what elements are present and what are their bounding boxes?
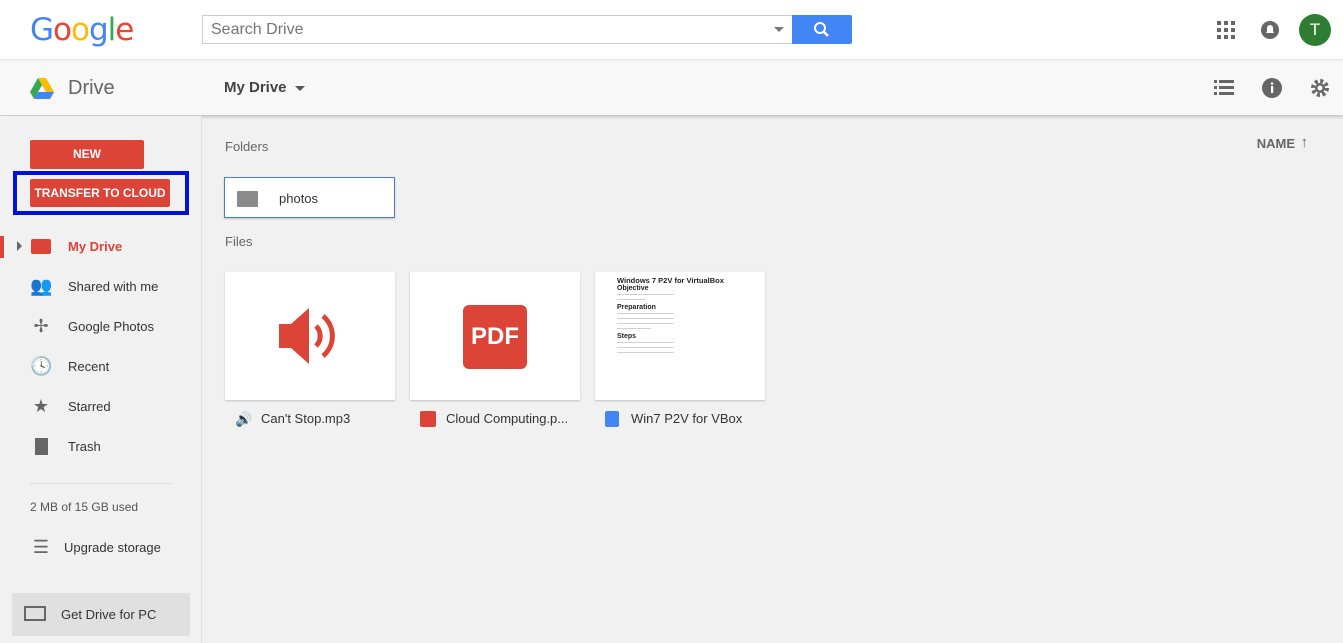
location-label: My Drive xyxy=(224,79,287,96)
sidebar-item-starred[interactable]: ★ Starred xyxy=(0,388,200,424)
caret-down-icon xyxy=(294,85,305,91)
sort-ascending-arrow-icon[interactable]: ↑ xyxy=(1301,134,1309,151)
apps-grid-icon[interactable] xyxy=(1216,20,1236,40)
file-card[interactable]: 🔊 Can't Stop.mp3 xyxy=(225,272,395,438)
top-bar: Google T xyxy=(0,0,1343,60)
storage-usage: 2 MB of 15 GB used xyxy=(30,500,139,514)
get-drive-for-pc-button[interactable]: Get Drive for PC xyxy=(12,593,190,636)
file-thumbnail: PDF xyxy=(410,272,580,400)
sort-by-name[interactable]: NAME xyxy=(1257,136,1295,151)
clock-icon: 🕓 xyxy=(30,356,53,376)
sidebar-item-label: Recent xyxy=(68,359,110,374)
sidebar-item-label: Starred xyxy=(68,399,111,414)
google-doc-icon xyxy=(605,411,619,427)
info-icon[interactable] xyxy=(1262,78,1282,98)
star-icon: ★ xyxy=(32,396,50,416)
pdf-file-icon xyxy=(420,411,436,427)
drive-toolbar: Drive My Drive xyxy=(0,61,1343,115)
sidebar-item-shared-with-me[interactable]: 👥 Shared with me xyxy=(0,268,200,304)
search-input[interactable] xyxy=(203,16,763,43)
sidebar-item-label: Shared with me xyxy=(68,279,159,294)
settings-gear-icon[interactable] xyxy=(1310,78,1330,98)
search-box xyxy=(202,15,792,44)
sidebar-item-my-drive[interactable]: My Drive xyxy=(0,228,200,264)
folders-heading: Folders xyxy=(225,139,269,154)
upgrade-storage-label: Upgrade storage xyxy=(64,540,161,555)
search-options-dropdown-icon[interactable] xyxy=(774,27,784,32)
upgrade-storage-link[interactable]: ☰ Upgrade storage xyxy=(0,529,200,565)
trash-icon xyxy=(30,436,52,456)
app-name: Drive xyxy=(68,77,115,99)
my-drive-icon xyxy=(30,236,52,256)
expand-arrow-icon[interactable] xyxy=(17,241,22,251)
location-dropdown[interactable]: My Drive xyxy=(224,79,305,96)
people-icon: 👥 xyxy=(30,276,53,296)
sidebar-item-label: My Drive xyxy=(68,239,123,254)
storage-icon: ☰ xyxy=(32,537,50,557)
notifications-bell-icon[interactable] xyxy=(1260,20,1280,40)
divider xyxy=(30,483,172,484)
audio-speaker-icon xyxy=(279,308,335,364)
file-name: Cloud Computing.p... xyxy=(446,411,569,426)
monitor-icon xyxy=(24,606,46,621)
sidebar-item-recent[interactable]: 🕓 Recent xyxy=(0,348,200,384)
file-area: Folders NAME ↑ photos Files 🔊 Can't Stop… xyxy=(203,116,1343,643)
folder-item[interactable]: photos xyxy=(224,177,395,218)
sidebar-item-google-photos[interactable]: ✢ Google Photos xyxy=(0,308,200,344)
file-card[interactable]: Windows 7 P2V for VirtualBox Objective ──… xyxy=(595,272,765,438)
document-preview: Windows 7 P2V for VirtualBox Objective ──… xyxy=(617,276,724,355)
folder-name: photos xyxy=(279,191,319,206)
search-icon xyxy=(814,22,829,37)
file-card[interactable]: PDF Cloud Computing.p... xyxy=(410,272,580,438)
file-name: Win7 P2V for VBox xyxy=(631,411,743,426)
pdf-icon: PDF xyxy=(463,305,527,369)
sidebar-item-label: Google Photos xyxy=(68,319,155,334)
files-heading: Files xyxy=(225,234,253,249)
search-button[interactable] xyxy=(792,15,852,44)
file-thumbnail xyxy=(225,272,395,400)
drive-logo-icon xyxy=(30,78,54,99)
avatar[interactable]: T xyxy=(1299,14,1331,46)
google-logo[interactable]: Google xyxy=(30,12,134,48)
get-drive-label: Get Drive for PC xyxy=(61,607,157,622)
pinwheel-icon: ✢ xyxy=(33,316,49,336)
sidebar-item-trash[interactable]: Trash xyxy=(0,428,200,464)
list-view-icon[interactable] xyxy=(1214,79,1234,95)
file-thumbnail: Windows 7 P2V for VirtualBox Objective ──… xyxy=(595,272,765,400)
audio-file-icon: 🔊 xyxy=(235,411,253,427)
new-button[interactable]: NEW xyxy=(30,140,144,169)
transfer-highlight-box xyxy=(13,171,189,215)
sidebar-item-label: Trash xyxy=(68,439,101,454)
folder-icon xyxy=(237,191,258,207)
file-name: Can't Stop.mp3 xyxy=(261,411,351,426)
